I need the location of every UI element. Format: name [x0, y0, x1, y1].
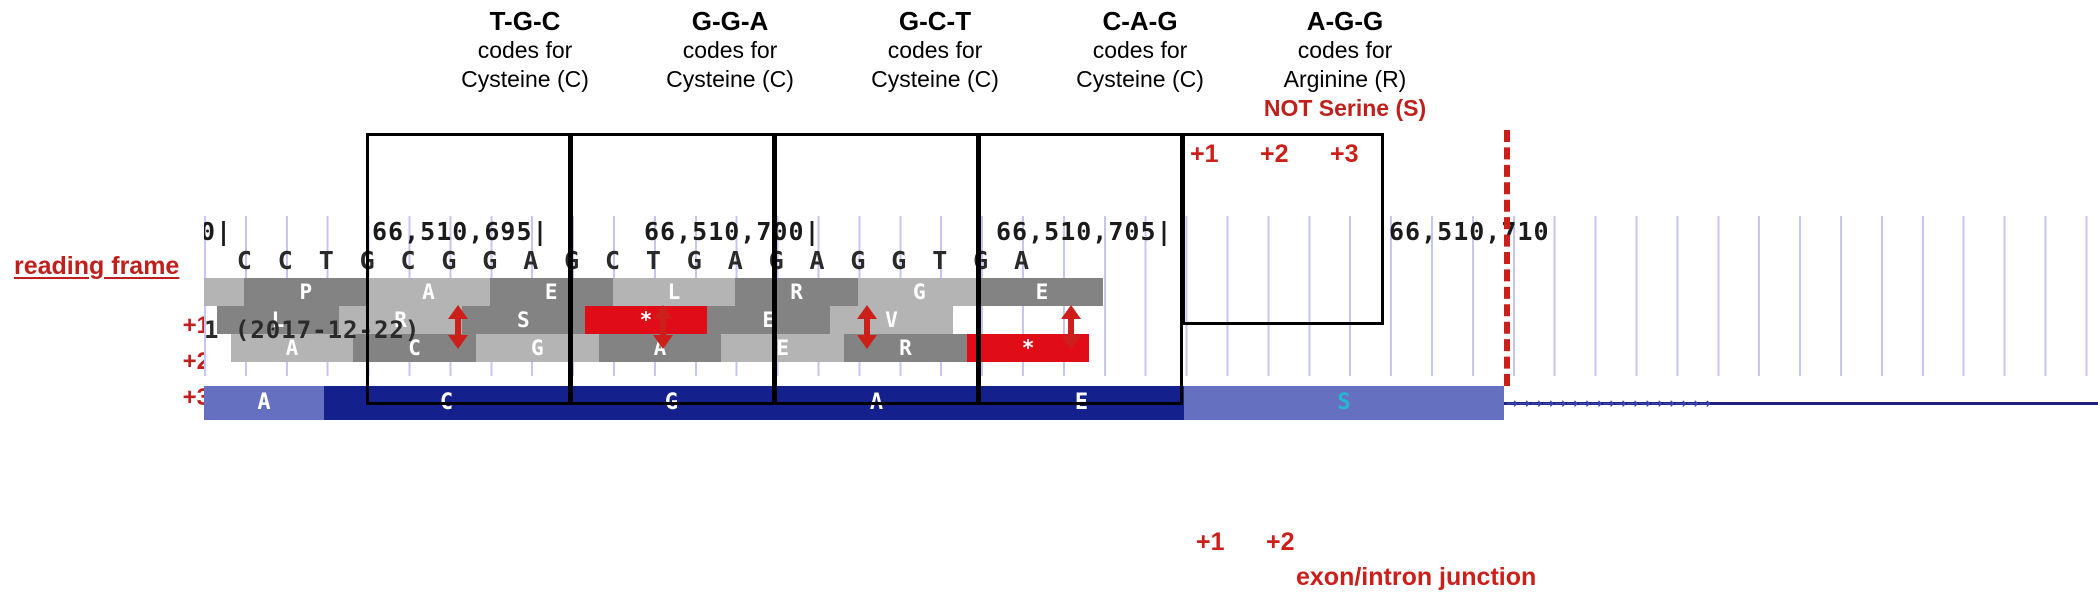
- codon-amino-acid: Cysteine (C): [1076, 66, 1204, 92]
- exon-letter: A: [257, 390, 271, 415]
- mini-frame-mark-plus1-bottom: +1: [1196, 528, 1225, 556]
- nucleotide-base: C: [277, 246, 293, 275]
- exon-intron-junction-label: exon/intron junction: [1296, 563, 1537, 591]
- nucleotide-base: T: [318, 246, 334, 275]
- coordinate-label: 0|: [204, 217, 233, 246]
- codon-link-arrow-4: [1060, 305, 1082, 349]
- mini-frame-mark-plus3-top: +3: [1330, 140, 1359, 168]
- codon-codes-for-text: codes for: [1092, 37, 1188, 63]
- codon-codes-for-text: codes for: [887, 37, 983, 63]
- amino-acid-segment: P: [244, 278, 368, 306]
- codon-callout-4: C-A-G codes for Cysteine (C): [1020, 6, 1260, 94]
- exon-utr-segment: A: [204, 386, 324, 420]
- frame-label-plus2: +2: [182, 348, 210, 375]
- codon-triplet: G-C-T: [898, 6, 972, 36]
- codon-box-4: [978, 133, 1183, 405]
- codon-triplet: C-A-G: [1102, 6, 1178, 36]
- frame-label-plus3: +3: [182, 384, 210, 411]
- nucleotide-base: C: [236, 246, 252, 275]
- codon-codes-for-text: codes for: [477, 37, 573, 63]
- amino-acid-segment: [204, 278, 245, 306]
- codon-codes-for-text: codes for: [1297, 37, 1393, 63]
- exon-intron-junction-line: [1504, 130, 1510, 386]
- exon-utr-segment: S: [1184, 386, 1504, 420]
- codon-box-3: [774, 133, 979, 405]
- mini-frame-mark-plus1-top: +1: [1190, 140, 1219, 168]
- codon-callout-5: A-G-G codes for Arginine (R) NOT Serine …: [1225, 6, 1465, 122]
- codon-amino-acid: Arginine (R): [1283, 66, 1407, 92]
- codon-not-amino-acid: NOT Serine (S): [1263, 95, 1427, 121]
- codon-callout-1: T-G-C codes for Cysteine (C): [405, 6, 645, 94]
- coordinate-label: 66,510,710: [1389, 217, 1550, 246]
- codon-amino-acid: Cysteine (C): [666, 66, 794, 92]
- codon-codes-for-text: codes for: [682, 37, 778, 63]
- codon-callout-2: G-G-A codes for Cysteine (C): [610, 6, 850, 94]
- exon-letter: S: [1337, 390, 1351, 415]
- reading-frame-label: reading frame: [14, 252, 180, 280]
- codon-box-1: [366, 133, 571, 405]
- codon-link-arrow-1: [447, 305, 469, 349]
- mini-frame-mark-plus2-top: +2: [1260, 140, 1289, 168]
- mini-frame-mark-plus2-bottom: +2: [1266, 528, 1295, 556]
- codon-amino-acid: Cysteine (C): [461, 66, 589, 92]
- codon-triplet: A-G-G: [1306, 6, 1384, 36]
- frame-label-plus1: +1: [182, 312, 210, 339]
- codon-triplet: G-G-A: [691, 6, 769, 36]
- codon-triplet: T-G-C: [489, 6, 561, 36]
- codon-box-2: [570, 133, 775, 405]
- codon-link-arrow-3: [856, 305, 878, 349]
- intron-direction-arrows: →→→→→→→→→→→→→→→→→: [1506, 390, 1711, 414]
- codon-link-arrow-2: [652, 305, 674, 349]
- amino-acid-letter: P: [299, 280, 313, 304]
- codon-callout-3: G-C-T codes for Cysteine (C): [815, 6, 1055, 94]
- codon-amino-acid: Cysteine (C): [871, 66, 999, 92]
